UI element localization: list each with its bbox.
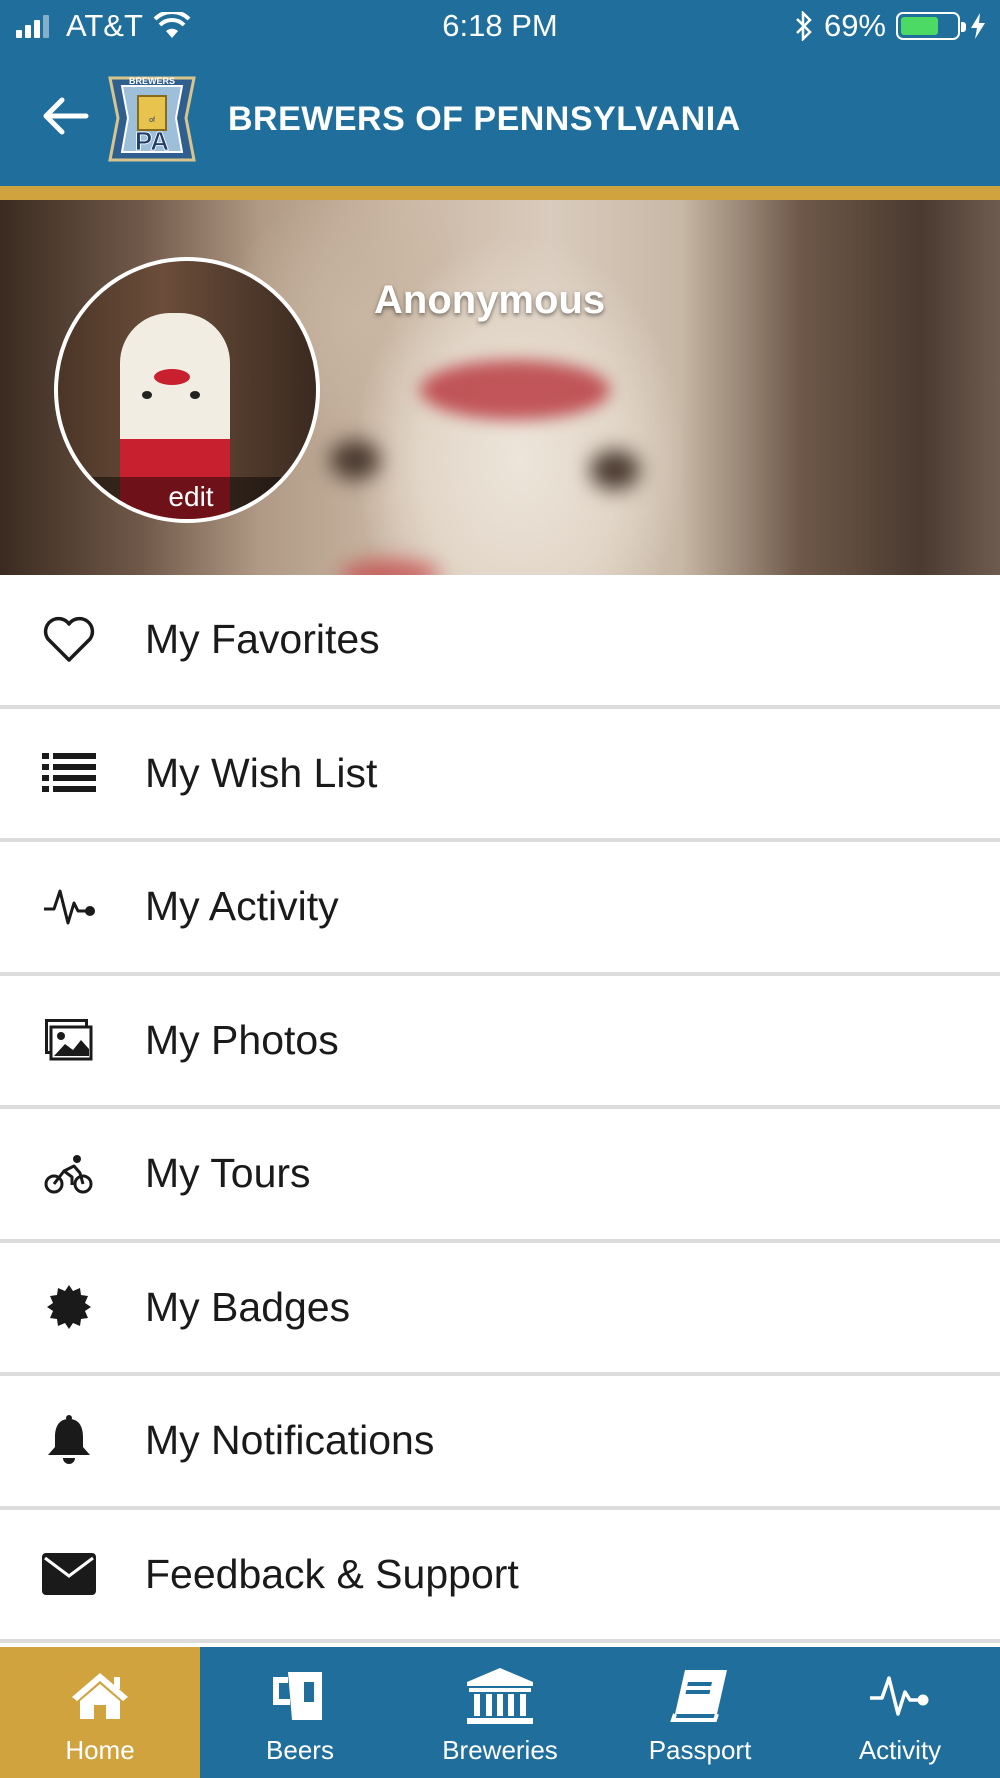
tab-label: Activity xyxy=(858,1735,942,1765)
logo-text-top: BREWERS xyxy=(129,76,175,86)
menu-item-badges[interactable]: My Badges xyxy=(0,1243,1000,1376)
menu-item-activity[interactable]: My Activity xyxy=(0,842,1000,976)
banner-blur-detail xyxy=(330,440,380,480)
banner-blur-detail xyxy=(340,560,440,575)
battery-icon xyxy=(896,12,966,40)
avatar-photo-shape xyxy=(154,369,190,385)
profile-name: Anonymous xyxy=(374,278,606,322)
avatar[interactable]: edit xyxy=(54,257,320,523)
menu-item-label: My Favorites xyxy=(145,616,380,663)
book-icon xyxy=(665,1665,735,1727)
tab-activity[interactable]: Activity xyxy=(800,1647,1000,1778)
menu-item-label: My Badges xyxy=(145,1283,351,1330)
menu-item-favorites[interactable]: My Favorites xyxy=(0,575,1000,709)
list-icon xyxy=(40,744,98,802)
tab-breweries[interactable]: Breweries xyxy=(400,1647,600,1778)
logo-text-bottom: PA xyxy=(135,126,169,156)
menu-item-label: Feedback & Support xyxy=(145,1550,519,1597)
home-icon xyxy=(65,1665,135,1727)
tab-passport[interactable]: Passport xyxy=(600,1647,800,1778)
menu-item-label: My Tours xyxy=(145,1150,311,1197)
tab-label: Breweries xyxy=(442,1735,558,1765)
menu-item-label: My Activity xyxy=(145,883,339,930)
menu-item-tours[interactable]: My Tours xyxy=(0,1109,1000,1243)
photos-icon xyxy=(40,1011,98,1069)
activity-icon xyxy=(40,878,98,936)
menu-item-feedback-support[interactable]: Feedback & Support xyxy=(0,1510,1000,1643)
heart-icon xyxy=(40,611,98,669)
menu-item-label: My Wish List xyxy=(145,749,378,796)
avatar-photo-shape xyxy=(190,391,200,399)
badge-icon xyxy=(40,1278,98,1336)
menu-item-label: My Notifications xyxy=(145,1417,435,1464)
menu-item-wish-list[interactable]: My Wish List xyxy=(0,709,1000,842)
app-title: BREWERS OF PENNSYLVANIA xyxy=(228,100,741,138)
avatar-edit-button[interactable]: edit xyxy=(58,477,316,519)
banner-blur-detail xyxy=(590,450,640,490)
status-bar: AT&T 6:18 PM 69% xyxy=(0,0,1000,56)
tab-label: Beers xyxy=(266,1735,334,1765)
menu-item-notifications[interactable]: My Notifications xyxy=(0,1376,1000,1510)
charging-bolt-icon xyxy=(971,13,985,39)
banner-blur-detail xyxy=(420,360,610,420)
tab-beers[interactable]: Beers xyxy=(200,1647,400,1778)
menu-item-label: My Photos xyxy=(145,1016,339,1063)
app-header: BREWERS of PA BREWERS OF PENNSYLVANIA xyxy=(0,56,1000,188)
header-gold-divider xyxy=(0,186,1000,200)
tab-label: Passport xyxy=(648,1735,752,1765)
menu-item-photos[interactable]: My Photos xyxy=(0,976,1000,1109)
back-arrow-icon[interactable] xyxy=(38,90,90,142)
bluetooth-icon xyxy=(796,11,812,41)
brewers-logo: BREWERS of PA xyxy=(108,76,196,162)
bicycle-icon xyxy=(40,1145,98,1203)
beer-mug-icon xyxy=(265,1665,335,1727)
envelope-icon xyxy=(40,1545,98,1603)
bottom-tab-bar: Home Beers Breweries Passport Activity xyxy=(0,1647,1000,1778)
battery-percent: 69% xyxy=(823,8,886,43)
building-icon xyxy=(465,1665,535,1727)
avatar-photo-shape xyxy=(142,391,152,399)
tab-home[interactable]: Home xyxy=(0,1647,200,1778)
logo-text-mid: of xyxy=(149,117,155,124)
profile-menu: My Favorites My Wish List My Activity My… xyxy=(0,575,1000,1643)
tab-label: Home xyxy=(65,1735,135,1765)
bell-icon xyxy=(40,1412,98,1470)
profile-banner: edit Anonymous xyxy=(0,200,1000,575)
activity-icon xyxy=(865,1665,935,1727)
